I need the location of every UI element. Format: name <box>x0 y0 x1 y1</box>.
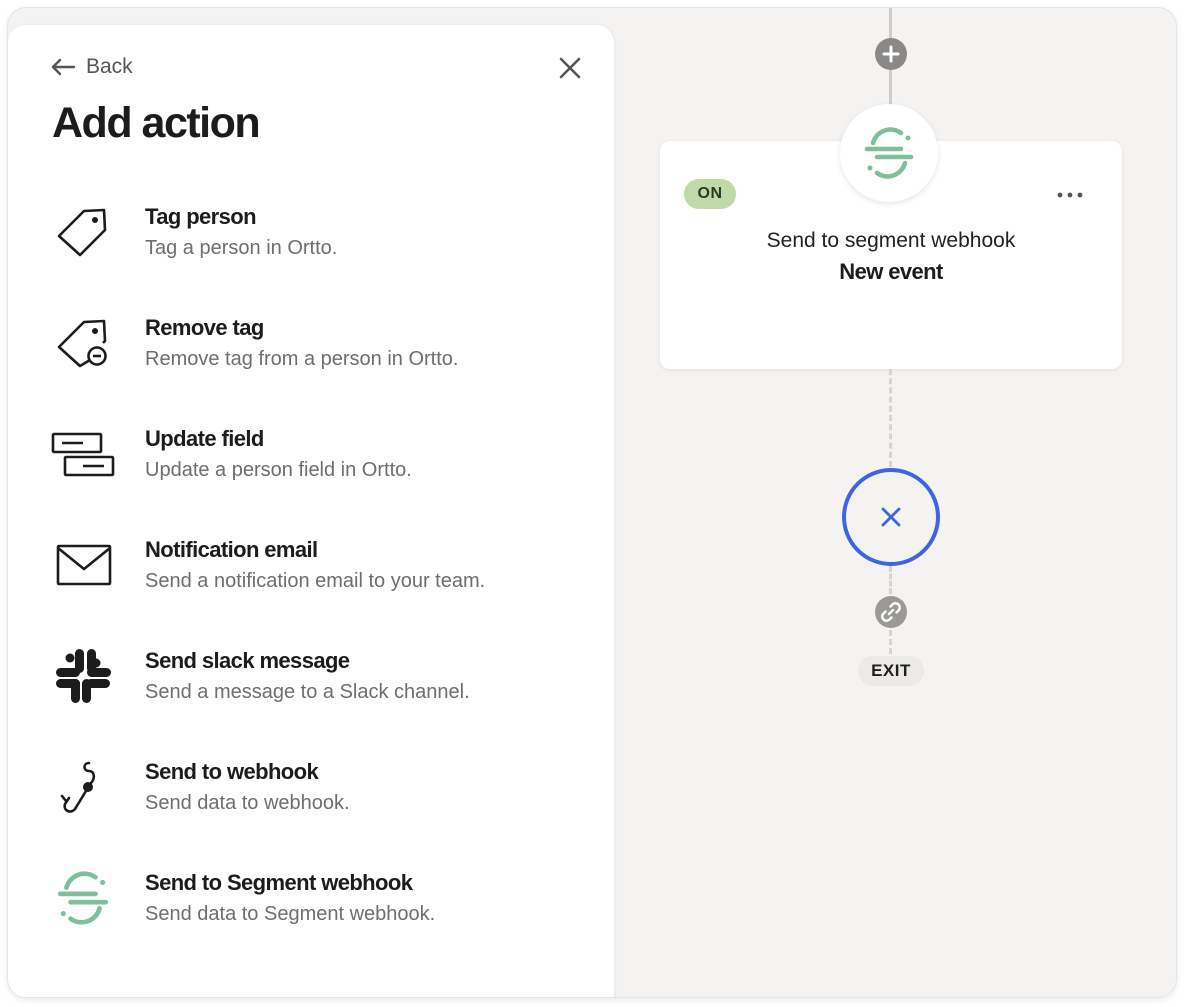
action-send-slack-message[interactable]: Send slack message Send a message to a S… <box>8 643 614 754</box>
segment-icon <box>864 127 914 179</box>
action-description: Update a person field in Ortto. <box>145 459 412 481</box>
action-send-to-segment-webhook[interactable]: Send to Segment webhook Send data to Seg… <box>8 865 614 976</box>
exit-label: EXIT <box>858 656 924 686</box>
slack-icon <box>50 643 116 709</box>
card-subtitle: New event <box>839 259 943 284</box>
exit-node[interactable] <box>842 468 940 566</box>
action-update-field[interactable]: Update field Update a person field in Or… <box>8 421 614 532</box>
more-options-button[interactable] <box>1052 183 1088 207</box>
action-name: Send to webhook <box>145 759 319 784</box>
segment-icon <box>50 865 116 931</box>
action-name: Send to Segment webhook <box>145 870 413 895</box>
plus-icon <box>882 45 900 63</box>
tag-icon <box>50 199 116 265</box>
action-name: Remove tag <box>145 315 264 340</box>
action-list: Tag person Tag a person in Ortto. Remove… <box>8 199 614 976</box>
action-tag-person[interactable]: Tag person Tag a person in Ortto. <box>8 199 614 310</box>
link-button[interactable] <box>875 596 907 628</box>
webhook-icon <box>50 754 116 820</box>
action-description: Remove tag from a person in Ortto. <box>145 348 459 370</box>
action-send-to-webhook[interactable]: Send to webhook Send data to webhook. <box>8 754 614 865</box>
action-name: Notification email <box>145 537 318 562</box>
page-title: Add action <box>52 99 261 147</box>
close-panel-button[interactable] <box>556 54 584 82</box>
close-icon <box>559 57 581 79</box>
tag-remove-icon <box>50 310 116 376</box>
card-title: Send to segment webhook <box>766 229 1016 252</box>
action-notification-email[interactable]: Notification email Send a notification e… <box>8 532 614 643</box>
update-field-icon <box>50 421 116 487</box>
flow-connector-lower <box>889 566 892 594</box>
action-description: Send data to webhook. <box>145 792 350 814</box>
action-name: Update field <box>145 426 264 451</box>
flow-connector-bottom <box>889 630 892 654</box>
close-icon <box>881 507 901 527</box>
action-description: Tag a person in Ortto. <box>145 237 338 259</box>
action-remove-tag[interactable]: Remove tag Remove tag from a person in O… <box>8 310 614 421</box>
action-description: Send a message to a Slack channel. <box>145 681 470 703</box>
action-name: Send slack message <box>145 648 350 673</box>
back-button[interactable]: Back <box>50 52 133 82</box>
back-label: Back <box>86 55 133 78</box>
add-step-button[interactable] <box>875 38 907 70</box>
action-description: Send a notification email to your team. <box>145 570 486 592</box>
envelope-icon <box>50 532 116 598</box>
add-action-panel: Back Add action Tag person Tag a person … <box>8 25 614 997</box>
app-window: ON Send to segment webhook New event EXI… <box>8 8 1176 997</box>
ellipsis-icon <box>1057 192 1083 198</box>
arrow-left-icon <box>51 58 76 76</box>
flow-connector-middle <box>889 369 892 467</box>
action-name: Tag person <box>145 204 257 229</box>
action-description: Send data to Segment webhook. <box>145 903 436 925</box>
segment-node[interactable] <box>840 104 938 202</box>
status-badge: ON <box>684 179 736 209</box>
link-icon <box>881 602 901 622</box>
